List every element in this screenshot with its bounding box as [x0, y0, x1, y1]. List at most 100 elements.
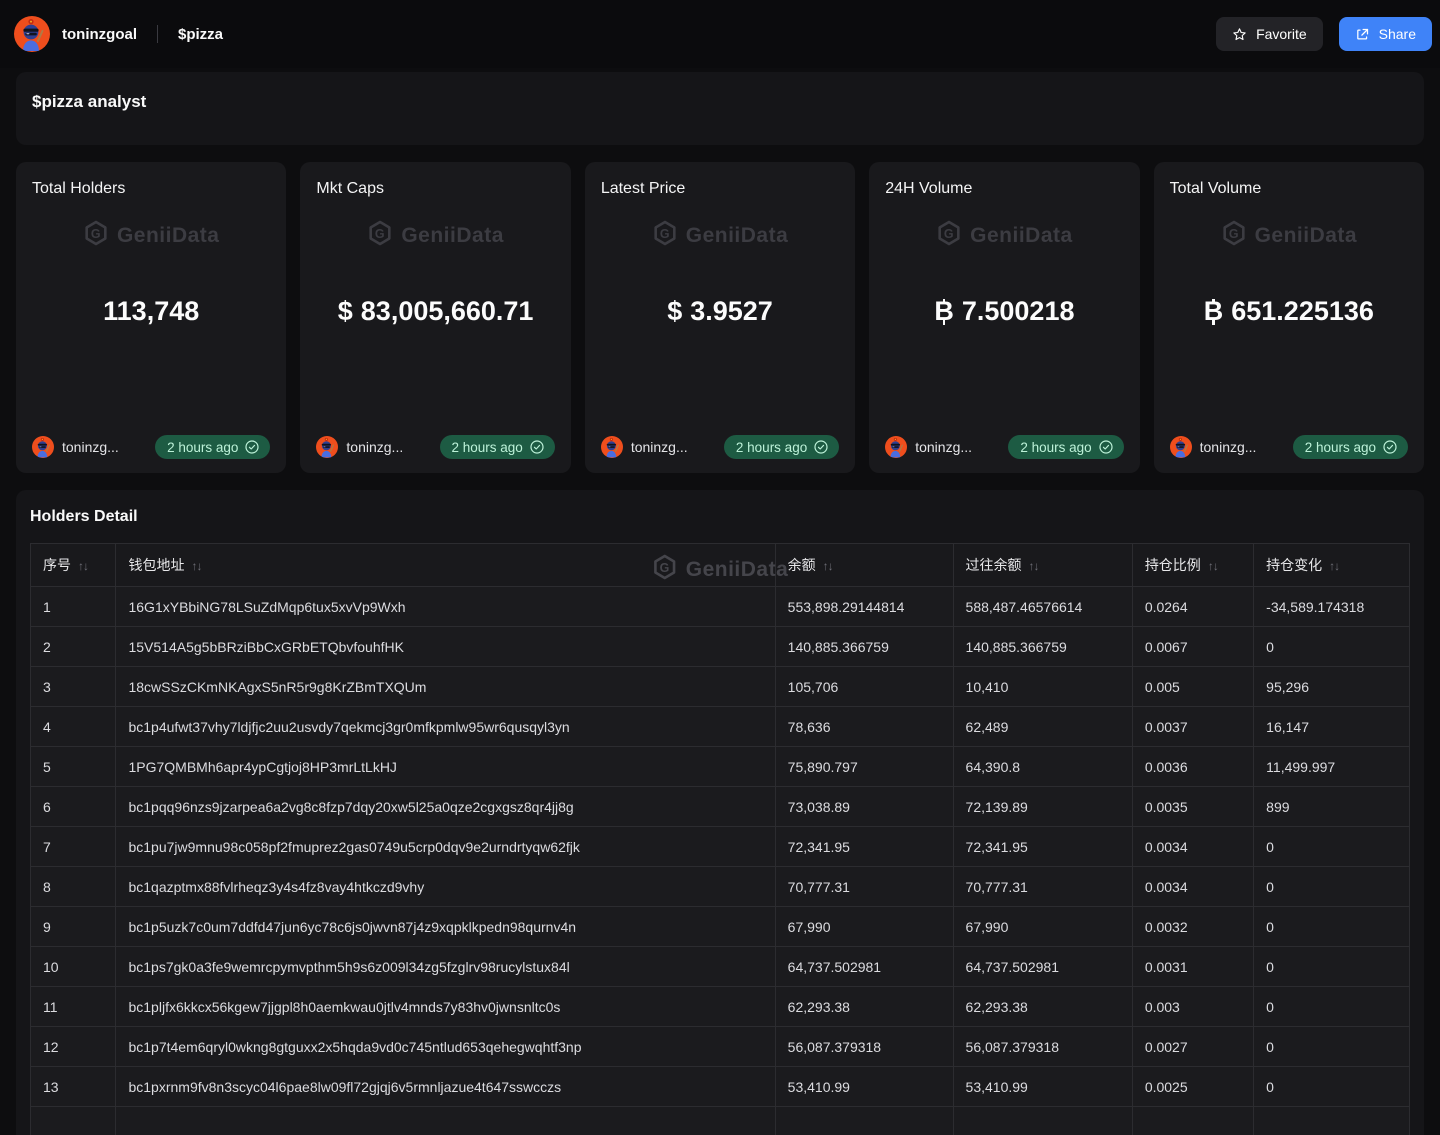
username: toninzgoal	[62, 26, 137, 43]
updated-badge: 2 hours ago	[1293, 435, 1408, 459]
holders-section-title: Holders Detail	[30, 508, 1410, 526]
column-header-past-balance[interactable]: 过往余额↑↓	[953, 544, 1132, 587]
cell-holding-change: 95,296	[1254, 667, 1410, 707]
stat-card-value: 113,748	[32, 294, 270, 328]
cell-holding-ratio: 0.003	[1132, 987, 1253, 1027]
cell-index: 2	[31, 627, 116, 667]
svg-text:G: G	[944, 227, 954, 241]
cell-holding-ratio: 0.0027	[1132, 1027, 1253, 1067]
external-link-icon	[1355, 27, 1370, 42]
svg-text:G: G	[91, 227, 101, 241]
cell-index: 10	[31, 947, 116, 987]
table-row: 4bc1p4ufwt37vhy7ldjfjc2uu2usvdy7qekmcj3g…	[31, 707, 1410, 747]
sort-icon[interactable]: ↑↓	[1208, 559, 1218, 573]
cell-past-balance	[953, 1107, 1132, 1135]
share-button[interactable]: Share	[1339, 17, 1432, 51]
author-name: toninzg...	[346, 439, 403, 455]
avatar	[14, 16, 50, 52]
sort-icon[interactable]: ↑↓	[823, 559, 833, 573]
cell-past-balance: 64,390.8	[953, 747, 1132, 787]
column-label: 持仓比例	[1145, 557, 1201, 573]
avatar	[316, 436, 338, 458]
cell-holding-change: 0	[1254, 907, 1410, 947]
updated-time: 2 hours ago	[736, 440, 807, 455]
table-row: 7bc1pu7jw9mnu98c058pf2fmuprez2gas0749u5c…	[31, 827, 1410, 867]
cell-balance: 72,341.95	[775, 827, 953, 867]
sort-icon[interactable]: ↑↓	[78, 559, 88, 573]
value-number: 651.225136	[1231, 294, 1374, 328]
avatar	[1170, 436, 1192, 458]
bitcoin-icon: B	[934, 298, 954, 325]
cell-holding-ratio: 0.0025	[1132, 1067, 1253, 1107]
sort-icon[interactable]: ↑↓	[1029, 559, 1039, 573]
profile-group: toninzgoal $pizza	[14, 16, 223, 52]
cell-balance: 56,087.379318	[775, 1027, 953, 1067]
favorite-label: Favorite	[1256, 26, 1307, 42]
cell-index: 1	[31, 587, 116, 627]
cell-wallet-address: bc1qazptmx88fvlrheqz3y4s4fz8vay4htkczd9v…	[116, 867, 775, 907]
geniidata-logo-icon: G	[936, 220, 962, 252]
cell-wallet-address: bc1pu7jw9mnu98c058pf2fmuprez2gas0749u5cr…	[116, 827, 775, 867]
geniidata-brand-text: GeniiData	[970, 224, 1073, 248]
divider	[157, 25, 158, 43]
cell-balance: 53,410.99	[775, 1067, 953, 1107]
author-name: toninzg...	[631, 439, 688, 455]
column-label: 序号	[43, 557, 71, 573]
value-number: 3.9527	[690, 294, 773, 328]
author-name: toninzg...	[62, 439, 119, 455]
cell-balance: 67,990	[775, 907, 953, 947]
column-header-holding-change[interactable]: 持仓变化↑↓	[1254, 544, 1410, 587]
table-row	[31, 1107, 1410, 1135]
updated-badge: 2 hours ago	[440, 435, 555, 459]
cell-holding-change: 0	[1254, 1067, 1410, 1107]
topbar-actions: Favorite Share	[1216, 17, 1432, 51]
cell-balance: 62,293.38	[775, 987, 953, 1027]
sort-icon[interactable]: ↑↓	[191, 559, 201, 573]
cell-holding-change: 11,499.997	[1254, 747, 1410, 787]
check-circle-icon	[244, 439, 260, 455]
cell-balance: 553,898.29144814	[775, 587, 953, 627]
column-header-index[interactable]: 序号 ↑↓	[31, 544, 116, 587]
author: toninzg...	[1170, 436, 1257, 458]
table-header-row: 序号↑↓钱包地址↑↓余额↑↓过往余额↑↓持仓比例↑↓持仓变化↑↓	[31, 544, 1410, 587]
cell-wallet-address: bc1p5uzk7c0um7ddfd47jun6yc78c6js0jwvn87j…	[116, 907, 775, 947]
geniidata-logo-icon: G	[652, 220, 678, 252]
cell-past-balance: 64,737.502981	[953, 947, 1132, 987]
cell-holding-change: 0	[1254, 827, 1410, 867]
analyst-panel: $pizza analyst	[16, 72, 1424, 145]
table-row: 116G1xYBbiNG78LSuZdMqp6tux5xvVp9Wxh553,8…	[31, 587, 1410, 627]
cell-index: 4	[31, 707, 116, 747]
table-row: 9bc1p5uzk7c0um7ddfd47jun6yc78c6js0jwvn87…	[31, 907, 1410, 947]
stat-card: Mkt Caps G GeniiData $83,005,660.71 toni…	[300, 162, 570, 473]
column-header-wallet-address[interactable]: 钱包地址↑↓	[116, 544, 775, 587]
svg-text:G: G	[1228, 227, 1238, 241]
column-header-balance[interactable]: 余额↑↓	[775, 544, 953, 587]
cell-holding-change: 899	[1254, 787, 1410, 827]
cell-holding-ratio: 0.0032	[1132, 907, 1253, 947]
cell-holding-ratio: 0.005	[1132, 667, 1253, 707]
cell-wallet-address: bc1p7t4em6qryl0wkng8gtguxx2x5hqda9vd0c74…	[116, 1027, 775, 1067]
favorite-button[interactable]: Favorite	[1216, 17, 1323, 51]
cell-holding-ratio: 0.0036	[1132, 747, 1253, 787]
column-header-holding-ratio[interactable]: 持仓比例 ↑↓	[1132, 544, 1253, 587]
table-row: 11bc1pljfx6kkcx56kgew7jjgpl8h0aemkwau0jt…	[31, 987, 1410, 1027]
updated-time: 2 hours ago	[452, 440, 523, 455]
cell-past-balance: 56,087.379318	[953, 1027, 1132, 1067]
table-row: 6bc1pqq96nzs9jzarpea6a2vg8c8fzp7dqy20xw5…	[31, 787, 1410, 827]
stat-card: Latest Price G GeniiData $3.9527 toninzg…	[585, 162, 855, 473]
cell-index: 8	[31, 867, 116, 907]
cell-holding-change: 0	[1254, 1027, 1410, 1067]
geniidata-logo-icon: G	[83, 220, 109, 252]
stat-card-footer: toninzg... 2 hours ago	[1170, 435, 1408, 459]
holders-panel: Holders Detail 序号↑↓钱包地址↑↓余额↑↓过往余额↑↓持仓比例↑…	[16, 490, 1424, 1135]
star-icon	[1232, 27, 1247, 42]
updated-time: 2 hours ago	[1020, 440, 1091, 455]
updated-badge: 2 hours ago	[1008, 435, 1123, 459]
cell-index: 6	[31, 787, 116, 827]
holders-table: 序号↑↓钱包地址↑↓余额↑↓过往余额↑↓持仓比例↑↓持仓变化↑↓ 116G1xY…	[30, 543, 1410, 1135]
cell-past-balance: 10,410	[953, 667, 1132, 707]
geniidata-watermark: G GeniiData	[1170, 220, 1408, 252]
sort-icon[interactable]: ↑↓	[1329, 559, 1339, 573]
geniidata-brand-text: GeniiData	[686, 224, 789, 248]
cell-holding-change	[1254, 1107, 1410, 1135]
